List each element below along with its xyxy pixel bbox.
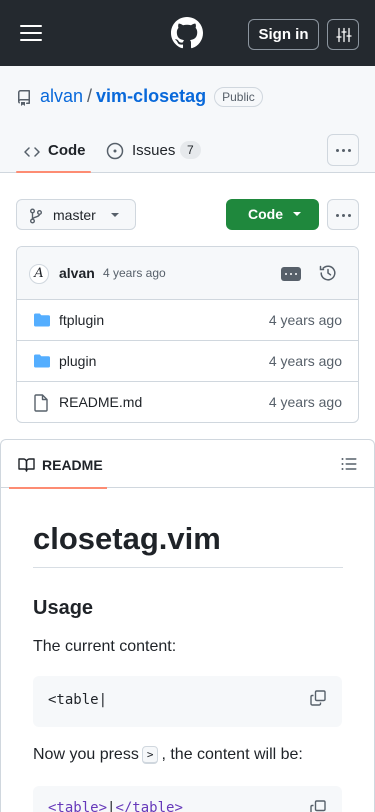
more-tabs-button[interactable]: [327, 134, 359, 166]
file-row-plugin[interactable]: plugin 4 years ago: [17, 341, 358, 382]
code-tag-open: <table>: [48, 800, 108, 812]
branch-name: master: [53, 207, 96, 223]
tab-selected-indicator: [9, 487, 107, 489]
issues-count-badge: 7: [180, 141, 201, 159]
paragraph-text: Now you press: [33, 746, 139, 763]
copy-icon[interactable]: [310, 690, 326, 706]
file-name: ftplugin: [59, 312, 105, 328]
code-button[interactable]: Code: [226, 199, 319, 230]
file-row-readme[interactable]: README.md 4 years ago: [17, 382, 358, 422]
file-name: plugin: [59, 353, 97, 369]
branch-selector[interactable]: master: [16, 199, 136, 230]
code-block-text: <table>|</table>: [48, 800, 183, 812]
repo-owner-link[interactable]: alvan: [40, 86, 83, 107]
commit-details-toggle[interactable]: [281, 267, 301, 281]
repo-separator: /: [87, 86, 93, 106]
copy-icon[interactable]: [310, 800, 326, 812]
paragraph-text: , the content will be:: [161, 746, 303, 763]
tab-issues-label: Issues: [132, 142, 176, 159]
commit-time: 4 years ago: [103, 266, 166, 280]
readme-paragraph: The current content:: [33, 638, 177, 655]
avatar[interactable]: A: [29, 264, 49, 284]
latest-commit-row: A alvan 4 years ago: [17, 247, 358, 300]
list-unordered-icon[interactable]: [341, 457, 357, 471]
caret-down-icon: [293, 212, 301, 216]
file-time: 4 years ago: [268, 394, 342, 410]
history-icon[interactable]: [319, 264, 337, 282]
repo-name-link[interactable]: vim-closetag: [96, 86, 206, 107]
caret-down-icon: [111, 213, 119, 217]
readme-heading-1: closetag.vim: [33, 521, 343, 568]
readme-heading-2: Usage: [33, 597, 94, 619]
file-icon: [34, 394, 48, 412]
code-block-text: <table|: [48, 692, 108, 708]
git-branch-icon: [30, 208, 42, 224]
repo-icon: [17, 90, 30, 106]
code-icon: [24, 147, 40, 157]
readme-paragraph: Now you press > , the content will be:: [33, 746, 303, 764]
github-mark-icon[interactable]: [171, 17, 203, 49]
commit-author-link[interactable]: alvan: [59, 265, 95, 281]
readme-header: README: [1, 440, 374, 489]
file-name: README.md: [59, 394, 143, 410]
repo-header: alvan / vim-closetag Public Code Issues …: [0, 66, 375, 173]
settings-button[interactable]: [327, 19, 359, 50]
file-time: 4 years ago: [268, 353, 342, 369]
file-time: 4 years ago: [268, 312, 342, 328]
issue-opened-icon: [106, 142, 124, 160]
readme-tab-label: README: [42, 457, 103, 473]
more-actions-button[interactable]: [327, 199, 359, 230]
repo-title: alvan / vim-closetag Public: [40, 86, 263, 107]
code-block: <table>|</table>: [33, 786, 342, 812]
code-button-label: Code: [248, 206, 283, 222]
tab-readme[interactable]: README: [9, 440, 107, 489]
tab-code-label: Code: [48, 142, 86, 159]
file-list: A alvan 4 years ago ftplugin 4 years ago…: [16, 246, 359, 423]
book-icon: [18, 458, 35, 472]
tab-code[interactable]: Code: [16, 133, 91, 173]
folder-icon: [34, 354, 50, 368]
file-row-ftplugin[interactable]: ftplugin 4 years ago: [17, 300, 358, 341]
code-tag-close: </table>: [115, 800, 183, 812]
code-block: <table|: [33, 676, 342, 727]
folder-icon: [34, 313, 50, 327]
top-header: Sign in: [0, 0, 375, 66]
visibility-badge: Public: [214, 86, 263, 107]
keyboard-key: >: [141, 746, 159, 764]
tab-selected-indicator: [16, 171, 91, 173]
sign-in-button[interactable]: Sign in: [248, 19, 319, 50]
hamburger-icon[interactable]: [20, 22, 42, 44]
sliders-icon: [336, 27, 352, 43]
